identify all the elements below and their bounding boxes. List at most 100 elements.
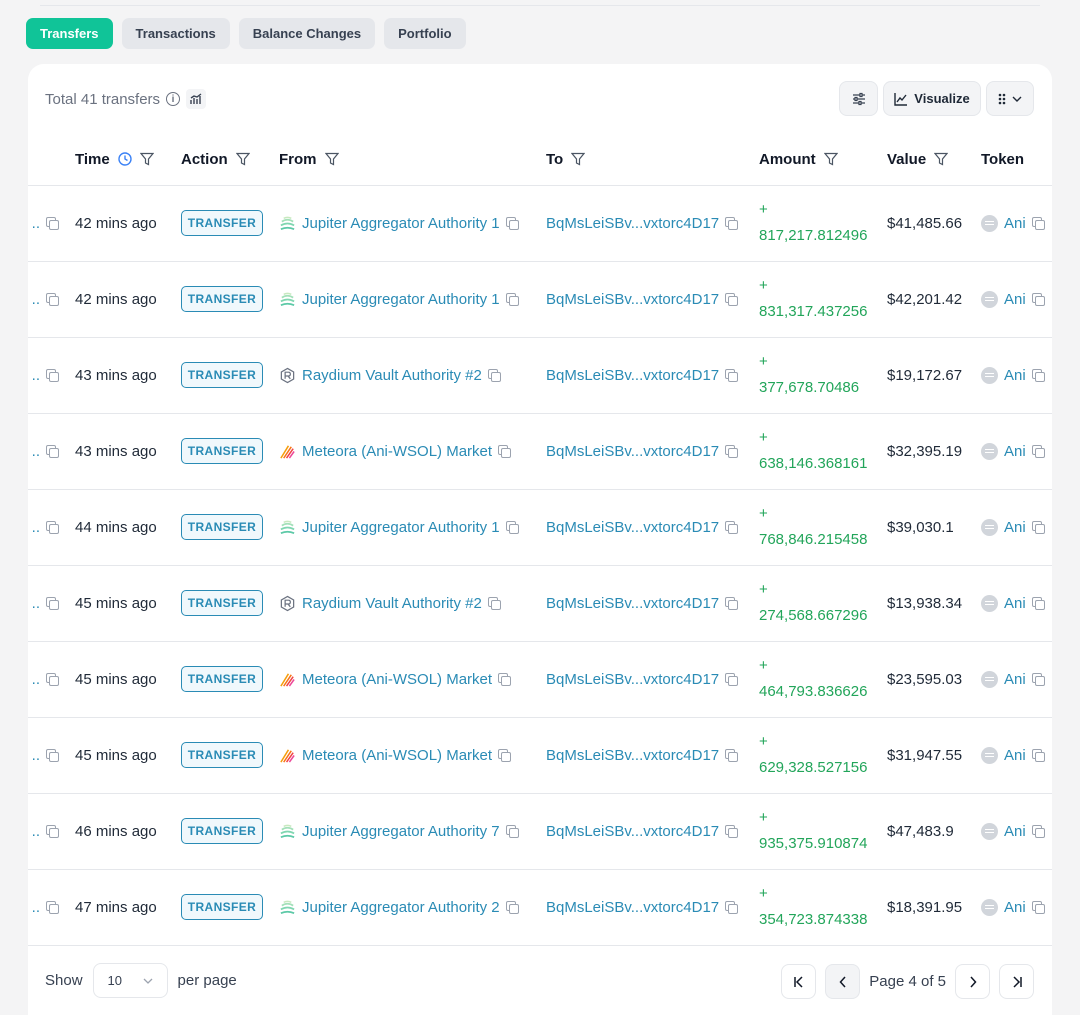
- token-link[interactable]: Ani: [1004, 291, 1026, 308]
- analytics-icon[interactable]: [186, 89, 207, 109]
- from-address-link[interactable]: Meteora (Ani-WSOL) Market: [302, 747, 492, 764]
- token-link[interactable]: Ani: [1004, 215, 1026, 232]
- info-icon[interactable]: i: [166, 92, 181, 106]
- visualize-button[interactable]: Visualize: [883, 81, 981, 116]
- to-address-link[interactable]: BqMsLeiSBv...vxtorc4D17: [546, 291, 719, 308]
- filter-icon[interactable]: [235, 152, 250, 166]
- from-address-link[interactable]: Meteora (Ani-WSOL) Market: [302, 443, 492, 460]
- signature-link[interactable]: ..: [32, 443, 40, 460]
- token-link[interactable]: Ani: [1004, 367, 1026, 384]
- to-address-link[interactable]: BqMsLeiSBv...vxtorc4D17: [546, 443, 719, 460]
- copy-icon[interactable]: [1031, 293, 1045, 306]
- prev-page-button[interactable]: [825, 964, 861, 999]
- from-address-link[interactable]: Jupiter Aggregator Authority 2: [302, 899, 500, 916]
- copy-icon[interactable]: [46, 369, 59, 382]
- copy-icon[interactable]: [46, 217, 59, 230]
- copy-icon[interactable]: [487, 597, 501, 610]
- copy-icon[interactable]: [725, 673, 739, 686]
- to-address-link[interactable]: BqMsLeiSBv...vxtorc4D17: [546, 671, 719, 688]
- copy-icon[interactable]: [505, 293, 519, 306]
- copy-icon[interactable]: [1031, 673, 1045, 686]
- filter-icon[interactable]: [324, 152, 339, 166]
- signature-link[interactable]: ..: [32, 291, 40, 308]
- signature-link[interactable]: ..: [32, 595, 40, 612]
- to-address-link[interactable]: BqMsLeiSBv...vxtorc4D17: [546, 519, 719, 536]
- next-page-button[interactable]: [955, 964, 990, 999]
- tab-portfolio[interactable]: Portfolio: [384, 18, 466, 49]
- copy-icon[interactable]: [46, 597, 59, 610]
- copy-icon[interactable]: [505, 521, 519, 534]
- tab-transfers[interactable]: Transfers: [26, 18, 113, 49]
- copy-icon[interactable]: [1031, 445, 1045, 458]
- filter-settings-button[interactable]: [839, 81, 878, 116]
- filter-icon[interactable]: [934, 152, 949, 166]
- signature-link[interactable]: ..: [32, 899, 40, 916]
- copy-icon[interactable]: [725, 217, 739, 230]
- copy-icon[interactable]: [1031, 369, 1045, 382]
- to-address-link[interactable]: BqMsLeiSBv...vxtorc4D17: [546, 747, 719, 764]
- token-link[interactable]: Ani: [1004, 899, 1026, 916]
- copy-icon[interactable]: [725, 597, 739, 610]
- to-address-link[interactable]: BqMsLeiSBv...vxtorc4D17: [546, 823, 719, 840]
- to-address-link[interactable]: BqMsLeiSBv...vxtorc4D17: [546, 595, 719, 612]
- signature-link[interactable]: ..: [32, 367, 40, 384]
- from-address-link[interactable]: Raydium Vault Authority #2: [302, 595, 482, 612]
- copy-icon[interactable]: [46, 825, 59, 838]
- copy-icon[interactable]: [725, 369, 739, 382]
- token-link[interactable]: Ani: [1004, 671, 1026, 688]
- token-link[interactable]: Ani: [1004, 519, 1026, 536]
- signature-link[interactable]: ..: [32, 215, 40, 232]
- copy-icon[interactable]: [46, 521, 59, 534]
- copy-icon[interactable]: [46, 673, 59, 686]
- copy-icon[interactable]: [1031, 521, 1045, 534]
- tab-balance-changes[interactable]: Balance Changes: [238, 18, 376, 49]
- from-address-link[interactable]: Raydium Vault Authority #2: [302, 367, 482, 384]
- clock-icon[interactable]: [118, 152, 132, 166]
- last-page-button[interactable]: [999, 964, 1034, 999]
- copy-icon[interactable]: [1031, 825, 1045, 838]
- filter-icon[interactable]: [571, 152, 586, 166]
- token-link[interactable]: Ani: [1004, 823, 1026, 840]
- copy-icon[interactable]: [725, 293, 739, 306]
- copy-icon[interactable]: [725, 749, 739, 762]
- copy-icon[interactable]: [46, 445, 59, 458]
- from-address-link[interactable]: Meteora (Ani-WSOL) Market: [302, 671, 492, 688]
- token-link[interactable]: Ani: [1004, 595, 1026, 612]
- copy-icon[interactable]: [725, 521, 739, 534]
- signature-link[interactable]: ..: [32, 747, 40, 764]
- filter-icon[interactable]: [823, 152, 838, 166]
- tab-transactions[interactable]: Transactions: [121, 18, 230, 49]
- page-size-select[interactable]: 10: [92, 963, 168, 998]
- copy-icon[interactable]: [46, 749, 59, 762]
- copy-icon[interactable]: [1031, 217, 1045, 230]
- signature-link[interactable]: ..: [32, 671, 40, 688]
- copy-icon[interactable]: [498, 749, 512, 762]
- to-address-link[interactable]: BqMsLeiSBv...vxtorc4D17: [546, 899, 719, 916]
- copy-icon[interactable]: [505, 825, 519, 838]
- to-address-link[interactable]: BqMsLeiSBv...vxtorc4D17: [546, 367, 719, 384]
- from-address-link[interactable]: Jupiter Aggregator Authority 1: [302, 215, 500, 232]
- from-address-link[interactable]: Jupiter Aggregator Authority 1: [302, 291, 500, 308]
- copy-icon[interactable]: [487, 369, 501, 382]
- copy-icon[interactable]: [505, 901, 519, 914]
- copy-icon[interactable]: [725, 901, 739, 914]
- copy-icon[interactable]: [46, 901, 59, 914]
- column-menu-button[interactable]: [986, 81, 1034, 116]
- from-address-link[interactable]: Jupiter Aggregator Authority 7: [302, 823, 500, 840]
- token-link[interactable]: Ani: [1004, 747, 1026, 764]
- from-address-link[interactable]: Jupiter Aggregator Authority 1: [302, 519, 500, 536]
- copy-icon[interactable]: [498, 673, 512, 686]
- token-link[interactable]: Ani: [1004, 443, 1026, 460]
- first-page-button[interactable]: [781, 964, 817, 999]
- copy-icon[interactable]: [46, 293, 59, 306]
- copy-icon[interactable]: [725, 445, 739, 458]
- copy-icon[interactable]: [1031, 749, 1045, 762]
- copy-icon[interactable]: [498, 445, 512, 458]
- copy-icon[interactable]: [1031, 597, 1045, 610]
- to-address-link[interactable]: BqMsLeiSBv...vxtorc4D17: [546, 215, 719, 232]
- filter-icon[interactable]: [139, 152, 154, 166]
- copy-icon[interactable]: [505, 217, 519, 230]
- signature-link[interactable]: ..: [32, 519, 40, 536]
- copy-icon[interactable]: [1031, 901, 1045, 914]
- copy-icon[interactable]: [725, 825, 739, 838]
